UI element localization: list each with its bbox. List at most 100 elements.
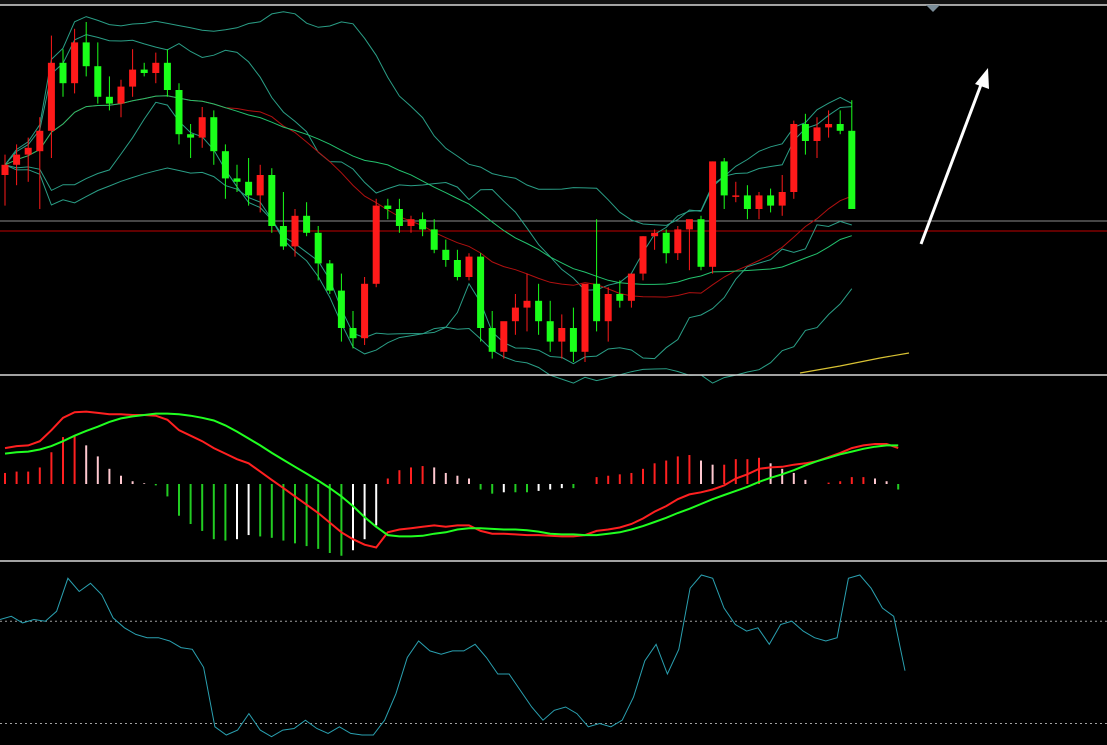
candle — [198, 107, 206, 148]
candle-body — [291, 215, 299, 247]
candle — [129, 49, 137, 97]
candle-body — [453, 260, 461, 277]
candle-body — [430, 229, 438, 250]
candle — [326, 260, 334, 294]
candle — [709, 161, 717, 274]
candle — [639, 236, 647, 281]
candle — [314, 226, 322, 281]
candle-body — [175, 90, 183, 135]
candle-body — [71, 42, 79, 84]
up-arrow-icon — [919, 68, 989, 245]
bollinger-lower-line — [4, 164, 853, 384]
candle-body — [581, 283, 589, 352]
candle — [778, 175, 786, 216]
macd-panel[interactable] — [4, 410, 900, 556]
candle-body — [24, 147, 32, 155]
candle-body — [407, 219, 415, 226]
candle — [221, 144, 229, 199]
candle — [372, 198, 380, 288]
candle — [303, 202, 311, 237]
candle-body — [337, 290, 345, 328]
candle-body — [743, 195, 751, 209]
candle — [419, 212, 427, 237]
candle — [836, 110, 844, 135]
candle — [361, 277, 369, 345]
candle-body — [233, 178, 241, 182]
candle — [59, 49, 67, 97]
candle-body — [511, 307, 519, 322]
candle — [337, 273, 345, 342]
candle — [442, 239, 450, 267]
candle-body — [221, 151, 229, 179]
candle — [477, 253, 485, 342]
candle-body — [59, 62, 67, 84]
candle — [848, 100, 856, 209]
candle — [430, 219, 438, 254]
candle — [558, 314, 566, 359]
candle-body — [419, 219, 427, 230]
candle — [407, 215, 415, 233]
candle — [384, 198, 392, 220]
candle — [767, 188, 775, 213]
candle — [36, 117, 44, 209]
candle — [674, 226, 682, 260]
oscillator-panel[interactable] — [0, 574, 1107, 738]
candle-body — [616, 294, 624, 301]
candle-body — [558, 328, 566, 342]
candle-body — [268, 175, 276, 226]
candle — [720, 158, 728, 209]
candle-body — [152, 62, 160, 73]
candle-body — [535, 300, 543, 322]
candle — [163, 49, 171, 97]
candle-body — [140, 69, 148, 73]
candle — [732, 181, 740, 203]
candle-body — [685, 219, 693, 230]
moving-average-yellow — [799, 352, 910, 374]
candle-body — [372, 205, 380, 284]
candle — [569, 307, 577, 362]
candle — [604, 287, 612, 342]
candle-body — [697, 219, 705, 267]
candle — [755, 192, 763, 220]
candle-body — [790, 124, 798, 192]
candle-body — [836, 124, 844, 131]
candle-body — [442, 249, 450, 260]
candle-body — [117, 86, 125, 104]
candle — [616, 280, 624, 308]
candle-body — [13, 154, 21, 165]
candle — [465, 253, 473, 281]
candle-body — [546, 321, 554, 342]
arrow-head — [975, 68, 989, 89]
candle-body — [593, 283, 601, 322]
candle-body — [813, 127, 821, 141]
stock-chart-window — [0, 0, 1107, 745]
candle — [790, 120, 798, 199]
candle — [743, 185, 751, 220]
candle — [546, 300, 554, 352]
candle-body — [105, 96, 113, 104]
candle — [210, 110, 218, 165]
candle-body — [47, 62, 55, 131]
candle — [488, 311, 496, 359]
candle-body — [639, 236, 647, 274]
candle — [627, 273, 635, 308]
candle — [94, 42, 102, 104]
macd-dea-line — [4, 412, 899, 538]
triangle-down-icon — [926, 5, 940, 12]
candle-body — [395, 209, 403, 226]
candle — [47, 35, 55, 158]
candle-body — [674, 229, 682, 254]
candle — [152, 52, 160, 84]
candle — [697, 215, 705, 271]
candle-body — [523, 300, 531, 308]
candle — [500, 321, 508, 359]
chart-canvas[interactable] — [0, 0, 1107, 745]
candle — [662, 229, 670, 264]
candle-body — [256, 175, 264, 196]
price-panel[interactable] — [0, 11, 1107, 384]
arrow-shaft — [919, 81, 984, 245]
candle-body — [163, 62, 171, 90]
candle-body — [187, 134, 195, 138]
candle — [175, 83, 183, 145]
candle-body — [604, 294, 612, 322]
